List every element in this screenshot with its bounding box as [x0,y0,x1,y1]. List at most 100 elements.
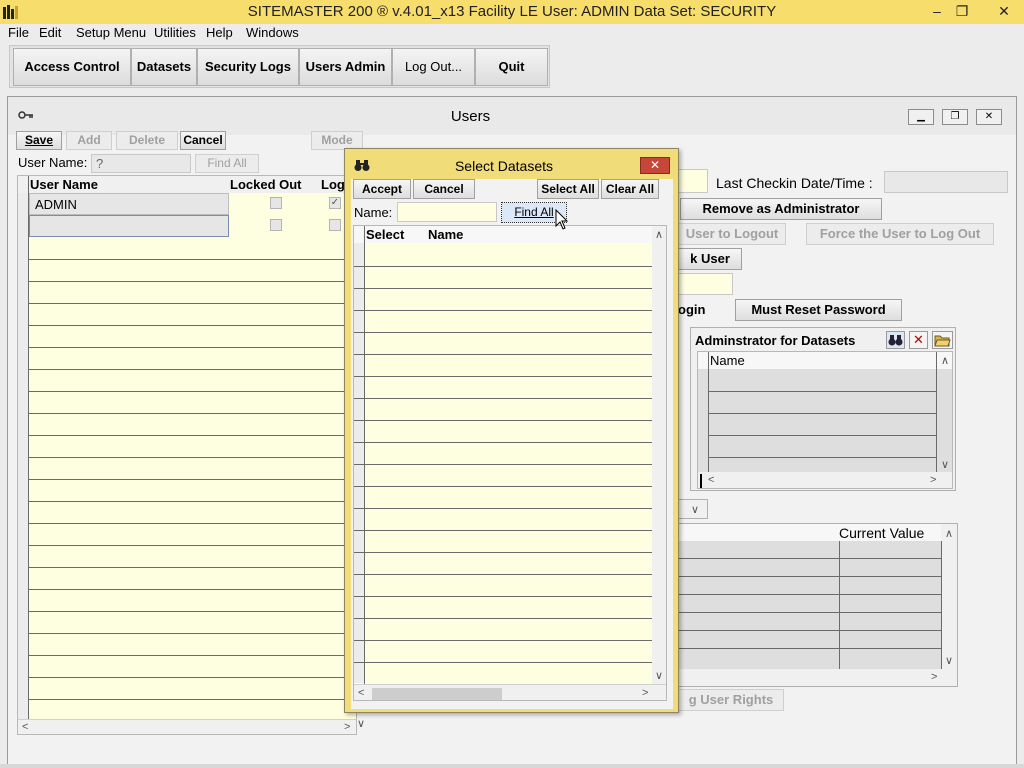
menu-setup[interactable]: Setup Menu [76,25,146,40]
menu-bar: File Edit Setup Menu Utilities Help Wind… [0,24,1024,42]
grid-row-line [354,266,652,267]
admin-datasets-grid: Name < > ∧ ∨ [697,351,953,489]
dialog-cancel-button[interactable]: Cancel [413,179,475,199]
dropdown-select[interactable]: ∨ [678,499,708,519]
grid-row-line [28,457,356,458]
datasets-button[interactable]: Datasets [131,48,197,86]
grid-row-line [679,648,941,649]
grid-row-line [354,442,652,443]
scroll-up-icon[interactable]: ∧ [945,527,953,540]
grid-row-line [679,630,941,631]
mdi-restore-button[interactable]: ❐ [942,109,968,125]
user-name-label: User Name: [18,155,88,170]
mouse-pointer-icon [555,209,569,230]
delete-button[interactable]: Delete [116,131,178,150]
log-checkbox[interactable] [329,219,341,231]
grid-row-line [354,398,652,399]
scroll-right-icon[interactable]: > [931,671,937,683]
locked-out-checkbox[interactable] [270,197,282,209]
cell-user-name: ADMIN [35,197,77,212]
remove-x-icon[interactable]: ✕ [909,331,928,349]
must-reset-password-button[interactable]: Must Reset Password [735,299,902,321]
restore-button[interactable]: ❐ [947,0,977,22]
scroll-up-icon[interactable]: ∧ [941,354,949,367]
grid-row-line [28,545,356,546]
force-logout-button[interactable]: Force the User to Log Out [806,223,994,245]
hscroll-thumb[interactable] [372,688,502,700]
unlock-user-button[interactable]: k User [678,248,742,270]
scroll-right-icon[interactable]: > [642,687,648,699]
access-control-button[interactable]: Access Control [13,48,131,86]
grid-row-line [354,310,652,311]
grid-row-line [28,281,356,282]
scroll-left-icon[interactable]: < [22,721,28,733]
scroll-down-icon[interactable]: ∨ [941,458,949,471]
find-all-users-button[interactable]: Find All [195,154,259,173]
security-logs-button[interactable]: Security Logs [197,48,299,86]
grid-row-line [354,552,652,553]
locked-out-checkbox[interactable] [270,219,282,231]
menu-help[interactable]: Help [206,25,233,40]
menu-windows[interactable]: Windows [246,25,299,40]
dialog-close-button[interactable]: ✕ [640,157,670,174]
binoculars-icon[interactable] [886,331,905,349]
grid-row-line [354,596,652,597]
menu-utilities[interactable]: Utilities [154,25,196,40]
grid-row-line [28,655,356,656]
cancel-button[interactable]: Cancel [180,131,226,150]
add-button[interactable]: Add [66,131,112,150]
datasets-grid-vscroll[interactable]: ∧ ∨ [652,226,666,684]
log-out-button[interactable]: Log Out... [392,48,475,86]
remove-admin-button[interactable]: Remove as Administrator [680,198,882,220]
save-button[interactable]: Save [16,131,62,150]
scroll-right-icon[interactable]: > [344,721,350,733]
select-all-button[interactable]: Select All [537,179,599,199]
menu-edit[interactable]: Edit [39,25,61,40]
scroll-down-icon[interactable]: ∨ [655,669,663,682]
admin-grid-hscroll[interactable]: < > [698,472,952,488]
scroll-left-icon[interactable]: < [358,687,364,699]
users-window-caption: Users ▁ ❐ ✕ [8,97,1016,135]
grid-row-line [679,594,941,595]
grid-row-line [354,662,652,663]
users-grid-scroll-down-icon[interactable]: ∨ [357,717,365,730]
grid-row-line [679,576,941,577]
grid-row-line [354,376,652,377]
last-checkin-label: Last Checkin Date/Time : [716,175,873,191]
users-grid-hscroll[interactable]: < > [18,719,356,734]
grid-row-line [708,435,936,436]
scroll-left-icon[interactable]: < [708,474,714,486]
user-name-input[interactable]: ? [91,154,191,173]
new-row[interactable] [29,215,229,237]
mdi-close-button[interactable]: ✕ [976,109,1002,125]
datasets-grid: Select Name ∧ ∨ < > [353,225,667,701]
dialog-body: Accept Cancel Select All Clear All Name:… [351,179,673,709]
scroll-down-icon[interactable]: ∨ [945,654,953,667]
grid-row-line [28,259,356,260]
clear-all-button[interactable]: Clear All [601,179,659,199]
grid-row-line [28,633,356,634]
grid-row-line [354,332,652,333]
grid-row-line [708,413,936,414]
user-to-logout-button[interactable]: User to Logout [678,223,786,245]
menu-file[interactable]: File [8,25,29,40]
dataset-name-input[interactable] [397,202,497,222]
scroll-up-icon[interactable]: ∧ [655,228,663,241]
log-checkbox[interactable]: ✓ [329,197,341,209]
obscured-field-2[interactable] [678,273,733,295]
user-rights-button[interactable]: g User Rights [678,689,784,711]
datasets-grid-hscroll[interactable]: < > [354,684,666,700]
chevron-down-icon[interactable]: ∨ [691,503,699,516]
open-folder-icon[interactable] [932,331,953,349]
mdi-minimize-button[interactable]: ▁ [908,109,934,125]
col-dataset-name: Name [428,227,464,242]
quit-button[interactable]: Quit [475,48,548,86]
grid-row-line [354,574,652,575]
obscured-field[interactable] [678,169,708,193]
rights-grid: Current Value ∧ ∨ > [678,523,958,687]
users-admin-button[interactable]: Users Admin [299,48,392,86]
close-button[interactable]: ✕ [989,0,1019,22]
accept-button[interactable]: Accept [353,179,411,199]
grid-row-line [28,303,356,304]
scroll-right-icon[interactable]: > [930,474,936,486]
